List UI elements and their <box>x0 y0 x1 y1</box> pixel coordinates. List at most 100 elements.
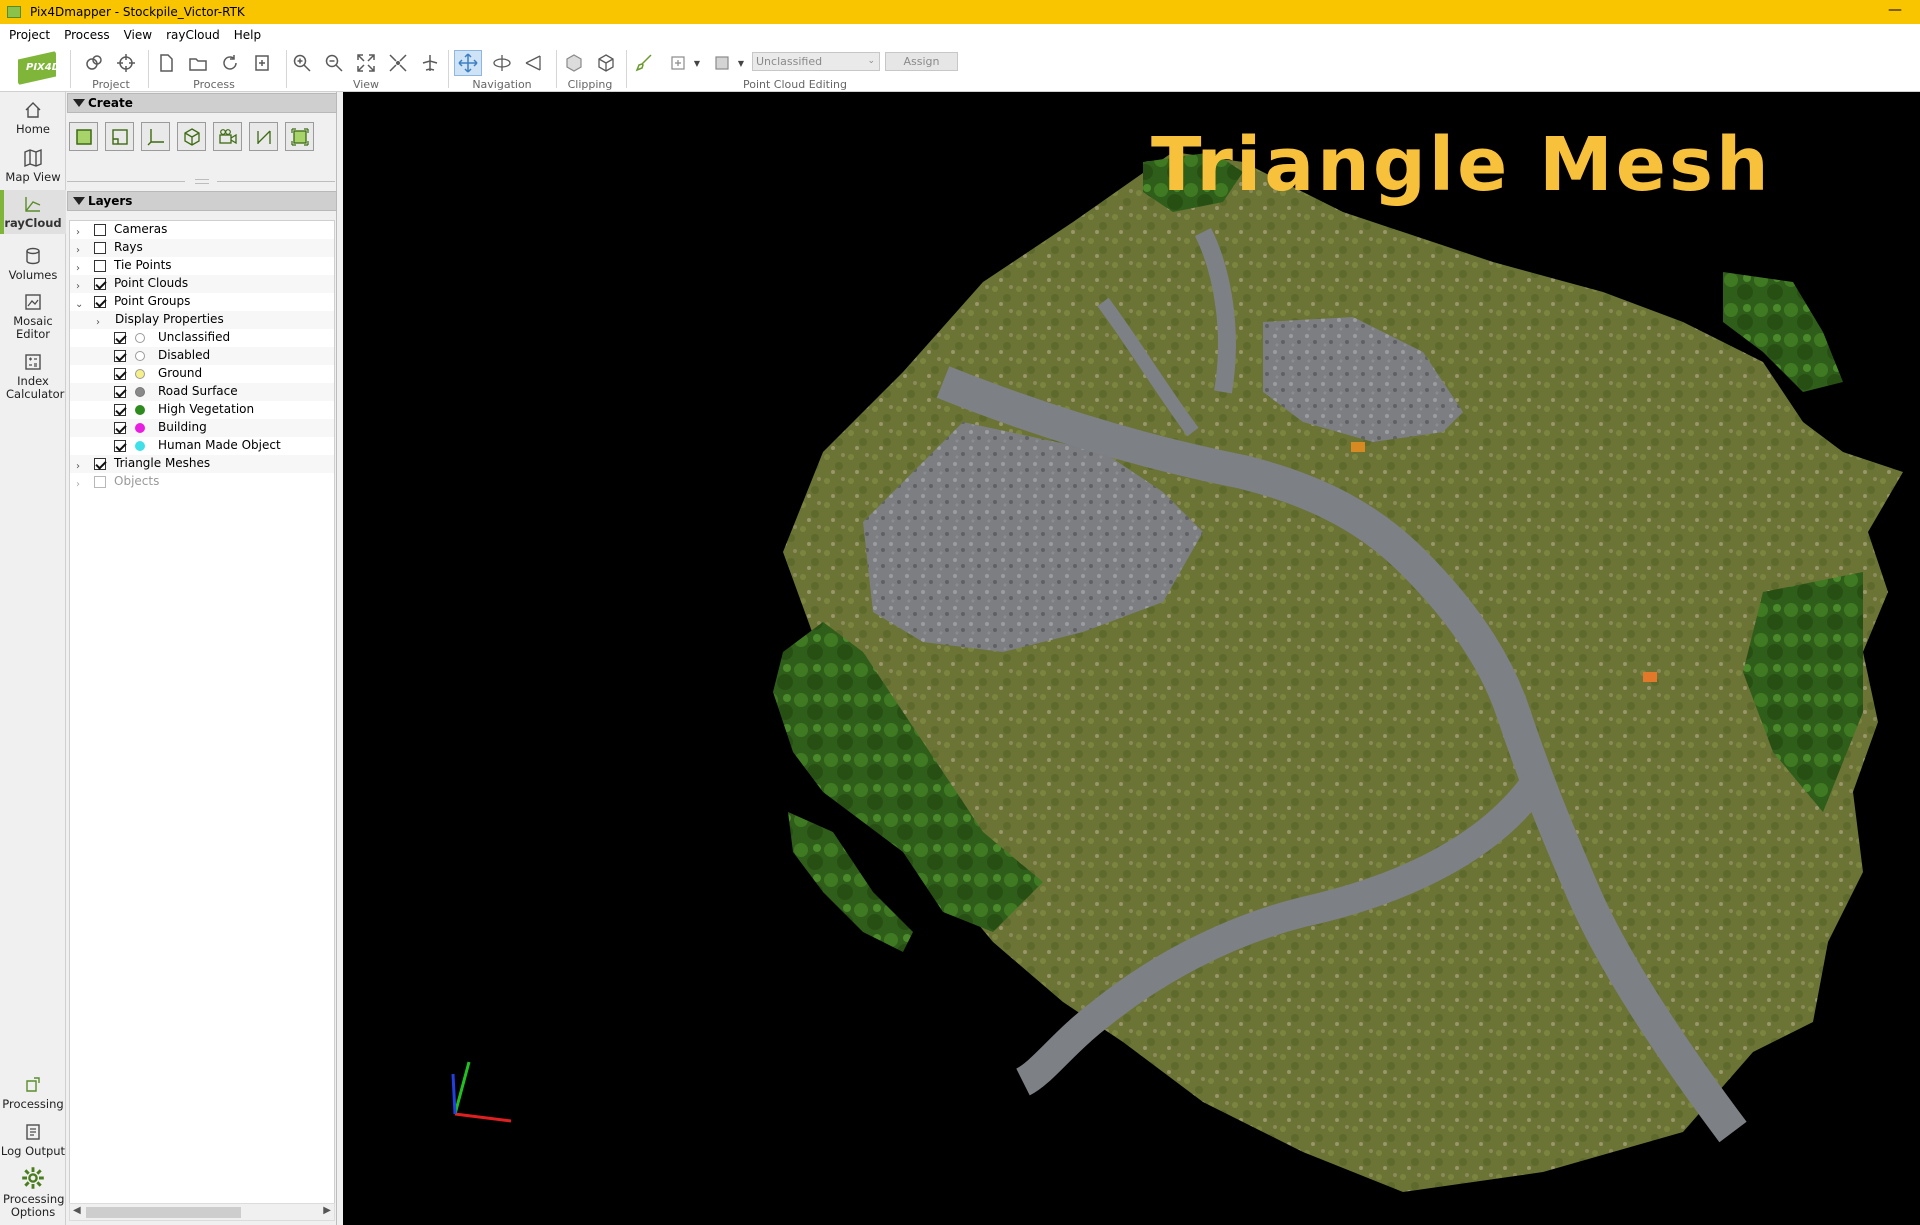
nav-raycloud[interactable]: rayCloud <box>0 190 66 234</box>
create-axis-button[interactable] <box>141 122 170 151</box>
cameras-checkbox[interactable] <box>94 224 106 236</box>
color-picker-button[interactable] <box>708 50 736 76</box>
scroll-right-icon[interactable]: ▶ <box>323 1205 331 1216</box>
layer-row-human-made-object[interactable]: Human Made Object <box>70 437 334 455</box>
process-rematch-button[interactable] <box>248 50 276 76</box>
create-volume-button[interactable] <box>177 122 206 151</box>
fly-button[interactable] <box>416 50 444 76</box>
layer-row-rays[interactable]: › Rays <box>70 239 334 257</box>
add-selection-button[interactable] <box>664 50 692 76</box>
create-section-header[interactable]: Create <box>67 93 337 113</box>
navigation-trackball-button[interactable] <box>454 50 482 76</box>
menu-project[interactable]: Project <box>2 24 57 46</box>
process-new-button[interactable] <box>152 50 180 76</box>
layer-row-ground[interactable]: Ground <box>70 365 334 383</box>
gear-icon <box>22 1167 44 1189</box>
building-checkbox[interactable] <box>114 422 126 434</box>
edit-densified-points-button[interactable] <box>630 50 658 76</box>
map-icon <box>24 148 42 168</box>
assign-button[interactable]: Assign <box>885 52 958 71</box>
zoom-selection-button[interactable] <box>384 50 412 76</box>
layer-row-cameras[interactable]: › Cameras <box>70 221 334 239</box>
navigation-first-person-button[interactable] <box>488 50 516 76</box>
layer-row-point-groups[interactable]: ⌄ Point Groups <box>70 293 334 311</box>
unclassified-checkbox[interactable] <box>114 332 126 344</box>
project-cameras-button[interactable] <box>80 50 108 76</box>
horizontal-scrollbar[interactable]: ◀ ▶ <box>69 1203 335 1221</box>
create-grid-button[interactable] <box>285 122 314 151</box>
triangle-meshes-checkbox[interactable] <box>94 458 106 470</box>
clipping-edit-button[interactable] <box>592 50 620 76</box>
point-groups-checkbox[interactable] <box>94 296 106 308</box>
layer-row-objects[interactable]: › Objects <box>70 473 334 491</box>
separator <box>148 50 149 88</box>
layer-row-building[interactable]: Building <box>70 419 334 437</box>
nav-home[interactable]: Home <box>0 100 66 136</box>
chevron-down-icon: ⌄ <box>867 56 875 66</box>
tie-points-checkbox[interactable] <box>94 260 106 272</box>
nav-processing[interactable]: Processing <box>0 1075 66 1111</box>
menu-process[interactable]: Process <box>57 24 117 46</box>
human-made-object-checkbox[interactable] <box>114 440 126 452</box>
zoom-out-button[interactable] <box>320 50 348 76</box>
process-reoptimize-button[interactable] <box>216 50 244 76</box>
orbit-icon <box>493 55 511 71</box>
nav-index-calculator[interactable]: Index Calculator <box>0 352 66 401</box>
create-video-animation-button[interactable] <box>213 122 242 151</box>
layer-label: Building <box>158 420 207 434</box>
ribbon-toolbar: PIX4D Project Process View Navigation Cl… <box>0 46 1920 92</box>
menu-help[interactable]: Help <box>227 24 268 46</box>
layer-row-triangle-meshes[interactable]: › Triangle Meshes <box>70 455 334 473</box>
scroll-left-icon[interactable]: ◀ <box>73 1205 81 1216</box>
minimize-button[interactable]: — <box>1888 2 1902 18</box>
layer-row-high-vegetation[interactable]: High Vegetation <box>70 401 334 419</box>
menu-view[interactable]: View <box>117 24 159 46</box>
create-surface-button[interactable] <box>105 122 134 151</box>
class-select[interactable]: Unclassified ⌄ <box>752 52 880 71</box>
create-polyline-button[interactable] <box>69 122 98 151</box>
nav-volumes[interactable]: Volumes <box>0 246 66 282</box>
disabled-checkbox[interactable] <box>114 350 126 362</box>
create-measure-button[interactable] <box>249 122 278 151</box>
chevron-right-icon[interactable]: › <box>76 476 80 493</box>
home-icon <box>25 102 41 118</box>
project-gcp-button[interactable] <box>112 50 140 76</box>
selection-dropdown[interactable]: ▼ <box>690 50 704 76</box>
zoom-extent-button[interactable] <box>352 50 380 76</box>
group-label-project: Project <box>92 78 130 91</box>
clipping-box-button[interactable] <box>560 50 588 76</box>
layer-row-tie-points[interactable]: › Tie Points <box>70 257 334 275</box>
nav-map-view[interactable]: Map View <box>0 148 66 184</box>
splitter-grip[interactable] <box>195 179 209 180</box>
nav-processing-options[interactable]: Processing Options <box>0 1166 66 1219</box>
layer-label: Disabled <box>158 348 211 362</box>
zoom-in-button[interactable] <box>288 50 316 76</box>
ground-checkbox[interactable] <box>114 368 126 380</box>
nav-log-output[interactable]: Log Output <box>0 1122 66 1158</box>
menu-raycloud[interactable]: rayCloud <box>159 24 227 46</box>
point-clouds-checkbox[interactable] <box>94 278 106 290</box>
sync-icon <box>255 55 269 71</box>
high-vegetation-checkbox[interactable] <box>114 404 126 416</box>
scrollbar-thumb[interactable] <box>86 1207 241 1218</box>
layer-label: Human Made Object <box>158 438 281 452</box>
objects-checkbox[interactable] <box>94 476 106 488</box>
road-surface-checkbox[interactable] <box>114 386 126 398</box>
raycloud-3d-viewport[interactable]: Triangle Mesh <box>343 92 1920 1225</box>
layer-row-display-properties[interactable]: › Display Properties <box>70 311 334 329</box>
panel-splitter[interactable] <box>67 179 337 184</box>
layers-tree: › Cameras › Rays › Tie Points › Point Cl… <box>69 220 335 1210</box>
layer-row-road-surface[interactable]: Road Surface <box>70 383 334 401</box>
process-open-button[interactable] <box>184 50 212 76</box>
class-color-dot <box>135 387 145 397</box>
navigation-view-button[interactable] <box>520 50 548 76</box>
rays-checkbox[interactable] <box>94 242 106 254</box>
layer-row-disabled[interactable]: Disabled <box>70 347 334 365</box>
nav-mosaic-editor[interactable]: Mosaic Editor <box>0 292 66 341</box>
color-dropdown[interactable]: ▼ <box>734 50 748 76</box>
layers-section-header[interactable]: Layers <box>67 191 337 211</box>
layer-row-unclassified[interactable]: Unclassified <box>70 329 334 347</box>
layer-row-point-clouds[interactable]: › Point Clouds <box>70 275 334 293</box>
layer-label: Point Groups <box>114 294 191 308</box>
refresh-icon <box>223 55 237 70</box>
